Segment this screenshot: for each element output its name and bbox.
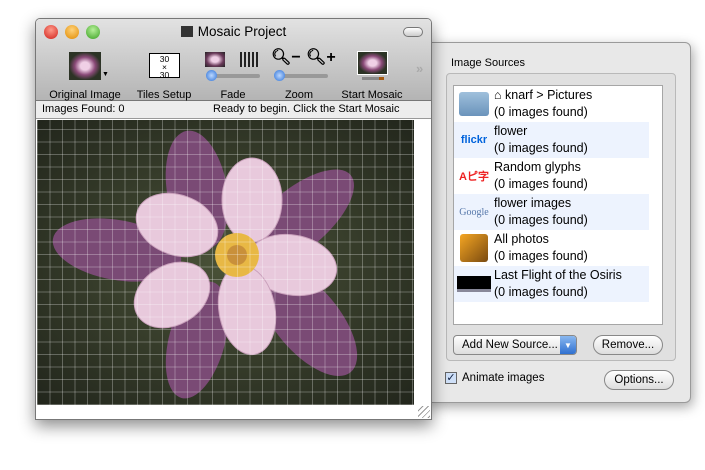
fade-label: Fade — [220, 89, 246, 101]
zoom-label: Zoom — [284, 89, 314, 101]
glyphs-icon: Aピ字 — [459, 171, 489, 183]
flickr-icon: flickr — [460, 134, 488, 146]
window-title: Mosaic Project — [36, 24, 431, 39]
add-source-label: Add New Source... — [462, 339, 558, 351]
mosaic-canvas[interactable] — [37, 120, 414, 405]
folder-icon — [456, 89, 492, 119]
zoom-slider-knob[interactable] — [274, 70, 285, 81]
list-item[interactable]: Aピ字 Random glyphs (0 images found) — [454, 158, 649, 194]
chevron-down-icon: ▼ — [560, 336, 576, 354]
source-count: (0 images found) — [494, 141, 588, 155]
status-bar: Images Found: 0 Ready to begin. Click th… — [36, 101, 431, 119]
zoom-slider[interactable] — [274, 70, 328, 81]
window-title-text: Mosaic Project — [197, 24, 287, 39]
fade-slider[interactable] — [206, 70, 260, 81]
animate-images-label: Animate images — [462, 372, 545, 384]
zoom-in-icon[interactable]: 🔍︎+ — [306, 47, 336, 67]
source-name: Last Flight of the Osiris — [494, 268, 622, 282]
resize-grip-icon[interactable] — [418, 406, 430, 418]
home-icon: ⌂ — [494, 88, 506, 102]
iphoto-icon — [456, 233, 492, 263]
original-image-label: Original Image — [49, 89, 121, 101]
list-item[interactable]: Google flower images (0 images found) — [454, 194, 649, 230]
source-name: knarf > Pictures — [505, 88, 593, 102]
fade-tiles-icon — [240, 52, 260, 67]
google-icon: Google — [459, 206, 489, 218]
animate-images-checkbox[interactable]: ✓ Animate images — [445, 372, 544, 384]
zoom-out-icon[interactable]: 🔍︎− — [271, 47, 301, 67]
source-name: flower images — [494, 196, 572, 210]
list-item[interactable]: ⌂ knarf > Pictures (0 images found) — [454, 86, 649, 122]
mosaic-project-window: Mosaic Project ▼ Original Image 30 × 30 … — [35, 18, 432, 420]
image-sources-title: Image Sources — [451, 57, 525, 69]
source-count: (0 images found) — [494, 249, 588, 263]
list-item[interactable]: flickr flower (0 images found) — [454, 122, 649, 158]
list-item[interactable]: Last Flight of the Osiris (0 images found… — [454, 266, 649, 302]
fade-photo-icon — [205, 52, 225, 67]
remove-button[interactable]: Remove... — [593, 335, 663, 355]
toolbar-toggle-button[interactable] — [403, 27, 423, 37]
options-button[interactable]: Options... — [604, 370, 674, 390]
source-count: (0 images found) — [494, 285, 588, 299]
start-mosaic-label: Start Mosaic — [341, 89, 403, 101]
original-image-thumbnail — [69, 52, 101, 80]
image-sources-drawer: Image Sources ⌂ knarf > Pictures (0 image… — [426, 42, 691, 403]
add-new-source-popup[interactable]: Add New Source... ▼ — [453, 335, 577, 355]
source-name: All photos — [494, 232, 549, 246]
source-name: flower — [494, 124, 528, 138]
source-count: (0 images found) — [494, 177, 588, 191]
checkbox-checked-icon: ✓ — [445, 372, 457, 384]
list-item[interactable]: All photos (0 images found) — [454, 230, 649, 266]
sources-list[interactable]: ⌂ knarf > Pictures (0 images found) flick… — [453, 85, 663, 325]
tiles-setup-label: Tiles Setup — [136, 89, 192, 101]
dropdown-arrow-icon: ▼ — [102, 71, 109, 78]
tiles-setup-icon: 30 × 30 — [149, 53, 180, 79]
document-icon — [180, 26, 193, 37]
tile-grid-overlay — [37, 120, 414, 405]
images-found-text: Images Found: 0 — [42, 103, 125, 115]
status-message: Ready to begin. Click the Start Mosaic — [213, 103, 400, 115]
image-sources-group: ⌂ knarf > Pictures (0 images found) flick… — [446, 73, 676, 361]
movie-icon — [456, 269, 492, 299]
source-name: Random glyphs — [494, 160, 581, 174]
source-count: (0 images found) — [494, 105, 588, 119]
toolbar: Mosaic Project ▼ Original Image 30 × 30 … — [36, 19, 431, 101]
source-count: (0 images found) — [494, 213, 588, 227]
fade-slider-knob[interactable] — [206, 70, 217, 81]
start-mosaic-icon — [357, 51, 388, 75]
progress-indicator — [362, 77, 384, 80]
overflow-chevron-icon[interactable]: » — [416, 61, 423, 76]
